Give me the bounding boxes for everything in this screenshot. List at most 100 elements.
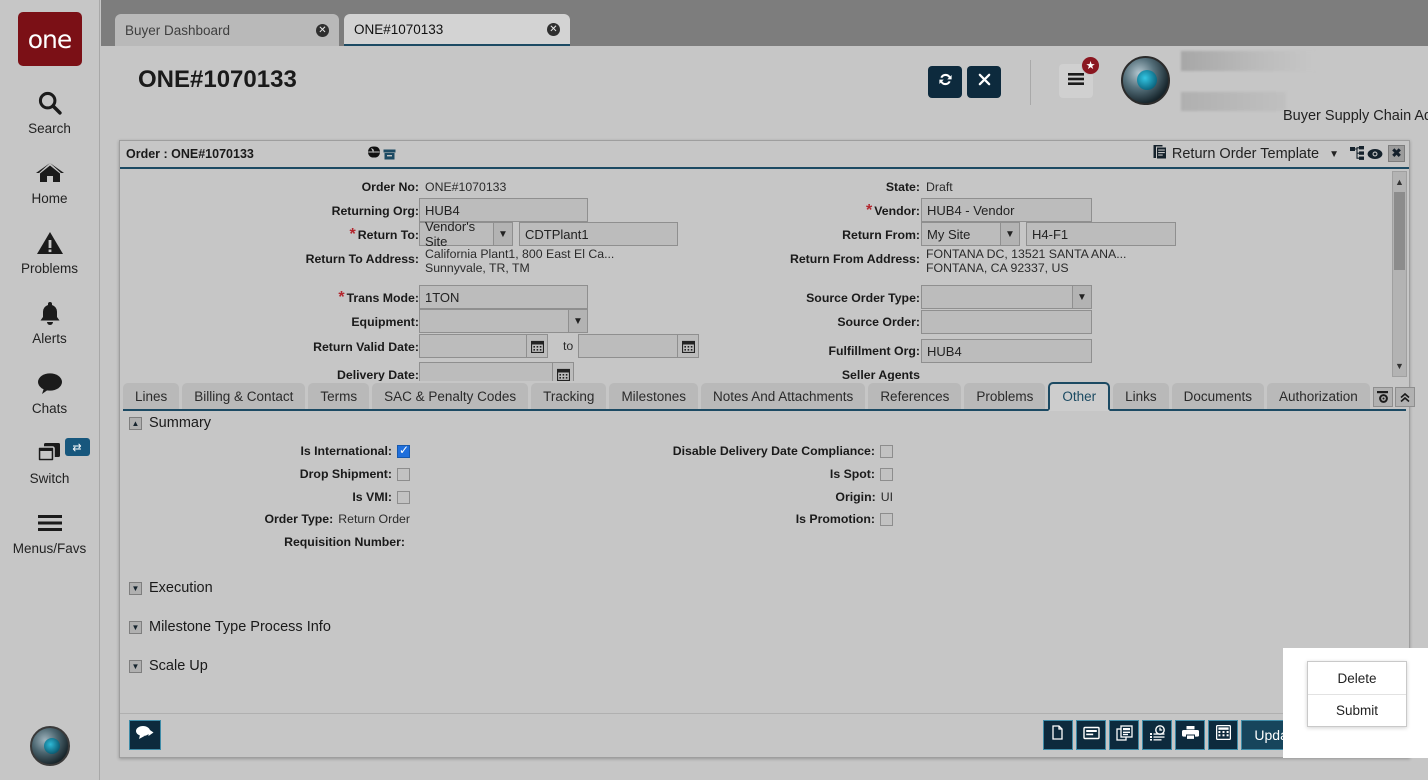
template-label: Return Order Template — [1172, 146, 1319, 162]
date-range-separator: to — [563, 339, 573, 353]
scroll-up-arrow-icon[interactable]: ▲ — [1393, 174, 1406, 190]
refresh-button[interactable] — [928, 66, 962, 98]
calculator-button[interactable] — [1208, 720, 1238, 750]
tab-notes-and-attachments[interactable]: Notes And Attachments — [701, 383, 865, 409]
field-label-trans-mode: Trans Mode: — [347, 291, 419, 305]
card-title: Order : ONE#1070133 — [126, 147, 254, 161]
order-detail-card: Order : ONE#1070133 Return Order Templat… — [119, 140, 1410, 758]
tab-tracking[interactable]: Tracking — [531, 383, 606, 409]
return-from-type-select[interactable]: My Site ▼ — [921, 222, 1020, 246]
calendar-icon[interactable] — [526, 335, 547, 357]
expand-toggle-icon[interactable]: ▼ — [129, 621, 142, 634]
label-disable-delivery-date-compliance: Disable Delivery Date Compliance: — [673, 444, 875, 458]
field-label-delivery-date: Delivery Date: — [337, 368, 419, 381]
switch-badge-icon[interactable]: ⇄ — [65, 438, 90, 456]
close-icon[interactable]: ✕ — [547, 23, 560, 36]
section-scale-up[interactable]: ▼ Scale Up — [129, 658, 208, 674]
field-label-vendor: Vendor: — [874, 204, 920, 218]
card-view-button[interactable] — [1076, 720, 1106, 750]
tab-documents[interactable]: Documents — [1172, 383, 1264, 409]
eye-icon[interactable] — [1367, 147, 1383, 165]
collapse-up-icon[interactable] — [1395, 387, 1415, 407]
tab-billing-contact[interactable]: Billing & Contact — [182, 383, 305, 409]
chat-button[interactable] — [129, 720, 161, 750]
card-header: Order : ONE#1070133 Return Order Templat… — [120, 141, 1409, 169]
vendor-input[interactable]: HUB4 - Vendor — [921, 198, 1092, 222]
archive-box-icon[interactable] — [383, 147, 396, 165]
user-role-label: Buyer Supply Chain Admin1 — [1283, 108, 1428, 124]
checkbox-drop-shipment[interactable] — [397, 468, 410, 481]
sidebar-item-menus-favs[interactable]: Menus/Favs — [0, 506, 100, 556]
tab-other[interactable]: Other — [1048, 382, 1110, 411]
row-is-promotion: Is Promotion: — [520, 512, 893, 526]
sidebar-item-switch[interactable]: ⇄ Switch — [0, 436, 100, 486]
tab-sac-penalty-codes[interactable]: SAC & Penalty Codes — [372, 383, 528, 409]
equipment-select[interactable]: ▼ — [419, 309, 588, 333]
close-icon[interactable]: ✕ — [316, 24, 329, 37]
checkbox-is-vmi[interactable] — [397, 491, 410, 504]
field-label-return-from-address: Return From Address: — [790, 252, 920, 266]
return-to-type-select[interactable]: Vendor's Site ▼ — [419, 222, 513, 246]
calendar-icon[interactable] — [552, 363, 573, 381]
browser-tab-label: Buyer Dashboard — [125, 23, 230, 38]
checkbox-is-international[interactable] — [397, 445, 410, 458]
menu-item-delete[interactable]: Delete — [1308, 662, 1406, 694]
tab-references[interactable]: References — [868, 383, 961, 409]
form-scrollbar[interactable]: ▲ ▼ — [1392, 171, 1407, 377]
tab-milestones[interactable]: Milestones — [609, 383, 698, 409]
sidebar-item-alerts[interactable]: Alerts — [0, 296, 100, 346]
section-summary[interactable]: ▲ Summary — [129, 415, 211, 431]
trans-mode-value: 1TON — [425, 290, 459, 305]
report-clock-button[interactable] — [1142, 720, 1172, 750]
sidebar-item-problems[interactable]: Problems — [0, 226, 100, 276]
source-order-input[interactable] — [921, 310, 1092, 334]
one-logo[interactable]: one — [18, 12, 82, 66]
card-close-button[interactable]: ✖ — [1388, 145, 1405, 162]
copy-document-icon — [1050, 725, 1066, 746]
browser-tab-buyer-dashboard[interactable]: Buyer Dashboard ✕ — [115, 14, 339, 46]
source-order-type-select[interactable]: ▼ — [921, 285, 1092, 309]
return-from-site-input[interactable]: H4-F1 — [1026, 222, 1176, 246]
settings-gear-icon[interactable] — [1373, 387, 1393, 407]
avatar[interactable] — [1121, 56, 1170, 105]
checkbox-is-spot[interactable] — [880, 468, 893, 481]
tab-links[interactable]: Links — [1113, 383, 1169, 409]
expand-toggle-icon[interactable]: ▼ — [129, 660, 142, 673]
globe-icon[interactable] — [367, 145, 381, 164]
hierarchy-tree-icon[interactable] — [1350, 146, 1365, 165]
menu-item-submit[interactable]: Submit — [1308, 694, 1406, 726]
redacted-user-line-bottom — [1181, 92, 1286, 111]
return-valid-date-from-input[interactable] — [419, 334, 548, 358]
sidebar-item-search[interactable]: Search — [0, 86, 100, 136]
tab-terms[interactable]: Terms — [308, 383, 369, 409]
collapse-toggle-icon[interactable]: ▲ — [129, 417, 142, 430]
tab-lines[interactable]: Lines — [123, 383, 179, 409]
copy-document-button[interactable] — [1043, 720, 1073, 750]
browser-tab-one-1070133[interactable]: ONE#1070133 ✕ — [344, 14, 570, 46]
multi-document-button[interactable] — [1109, 720, 1139, 750]
scroll-down-arrow-icon[interactable]: ▼ — [1393, 358, 1406, 374]
scrollbar-thumb[interactable] — [1394, 192, 1405, 270]
field-label-state: State: — [886, 180, 920, 194]
fulfillment-org-input[interactable]: HUB4 — [921, 339, 1092, 363]
sidebar-item-chats[interactable]: Chats — [0, 366, 100, 416]
tab-label: Terms — [320, 389, 357, 404]
close-button[interactable] — [967, 66, 1001, 98]
sidebar-item-home[interactable]: Home — [0, 156, 100, 206]
print-button[interactable] — [1175, 720, 1205, 750]
tab-authorization[interactable]: Authorization — [1267, 383, 1370, 409]
trans-mode-input[interactable]: 1TON — [419, 285, 588, 309]
card-view-icon — [1083, 726, 1100, 745]
return-order-template-selector[interactable]: Return Order Template ▼ — [1153, 144, 1339, 164]
section-execution[interactable]: ▼ Execution — [129, 580, 213, 596]
delivery-date-input[interactable] — [419, 362, 574, 381]
field-label-equipment: Equipment: — [351, 315, 419, 329]
sidebar-label-problems: Problems — [21, 261, 78, 276]
rail-avatar[interactable] — [30, 726, 70, 766]
tab-problems[interactable]: Problems — [964, 383, 1045, 409]
checkbox-is-promotion[interactable] — [880, 513, 893, 526]
checkbox-disable-delivery-date-compliance[interactable] — [880, 445, 893, 458]
label-order-type: Order Type: — [264, 512, 333, 526]
expand-toggle-icon[interactable]: ▼ — [129, 582, 142, 595]
section-milestone-type-process-info[interactable]: ▼ Milestone Type Process Info — [129, 619, 331, 635]
